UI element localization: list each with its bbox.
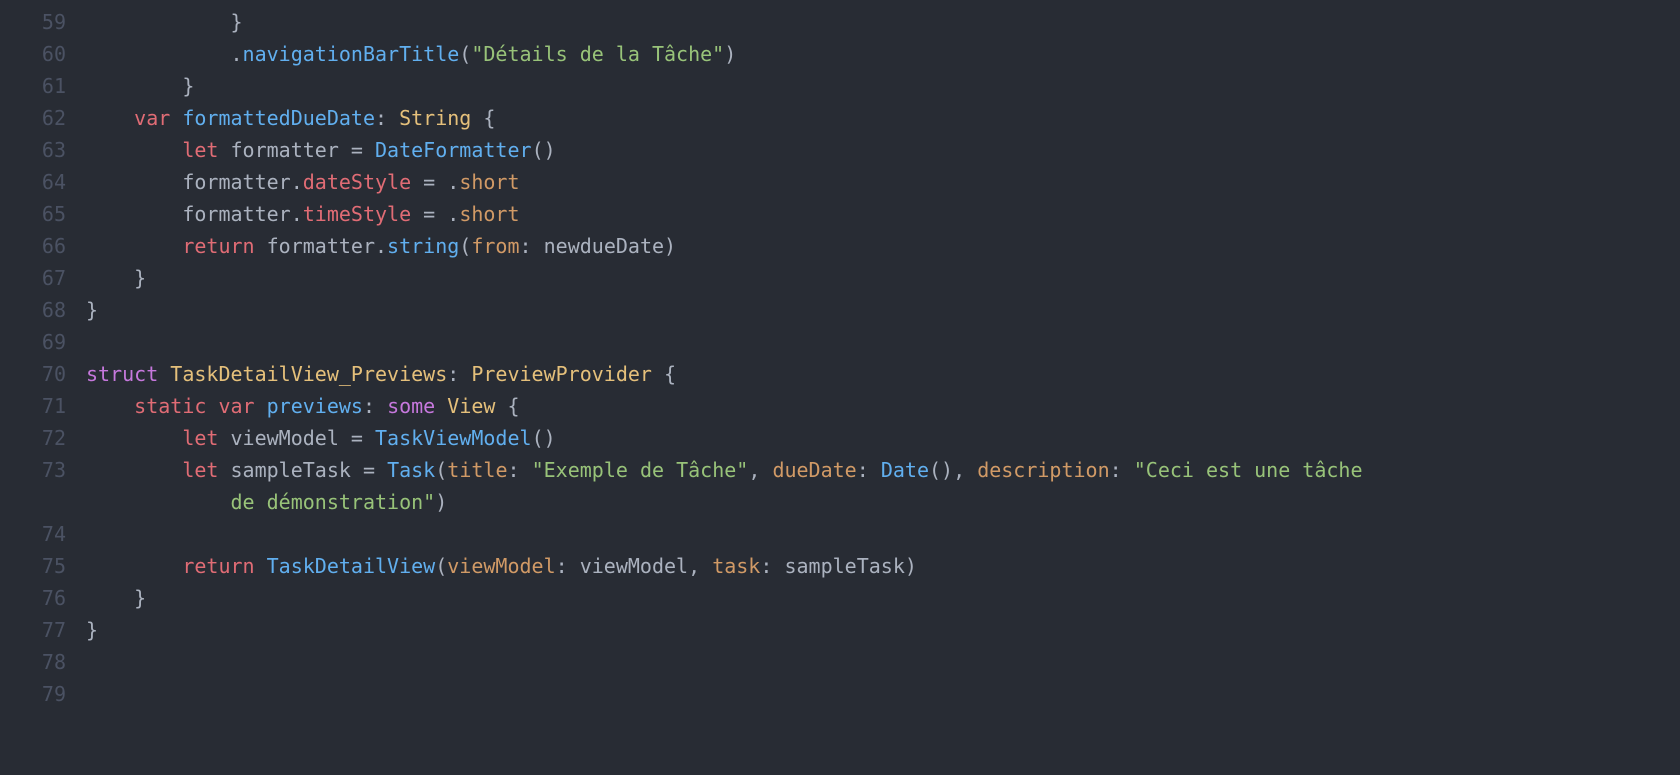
code-line[interactable]: } [86,582,1680,614]
line-number: 71 [0,390,66,422]
code-line[interactable]: let formatter = DateFormatter() [86,134,1680,166]
line-number: 62 [0,102,66,134]
code-line[interactable]: static var previews: some View { [86,390,1680,422]
code-line[interactable]: } [86,6,1680,38]
code-line[interactable]: let viewModel = TaskViewModel() [86,422,1680,454]
line-number: 77 [0,614,66,646]
line-number: 61 [0,70,66,102]
line-number: 60 [0,38,66,70]
line-number: 74 [0,518,66,550]
code-line[interactable]: struct TaskDetailView_Previews: PreviewP… [86,358,1680,390]
code-line[interactable] [86,518,1680,550]
code-line[interactable] [86,678,1680,710]
line-number: 64 [0,166,66,198]
line-number: 65 [0,198,66,230]
line-number: 72 [0,422,66,454]
code-line-wrap[interactable]: de démonstration") [86,486,1680,518]
line-number: 75 [0,550,66,582]
code-line[interactable] [86,646,1680,678]
code-area[interactable]: } .navigationBarTitle("Détails de la Tâc… [86,6,1680,710]
line-number: 59 [0,6,66,38]
code-line[interactable]: } [86,70,1680,102]
line-number: 66 [0,230,66,262]
line-number: 76 [0,582,66,614]
line-number: 69 [0,326,66,358]
line-number: 79 [0,678,66,710]
code-line[interactable]: formatter.timeStyle = .short [86,198,1680,230]
line-number: 73 [0,454,66,486]
code-line[interactable]: let sampleTask = Task(title: "Exemple de… [86,454,1680,486]
line-number-gutter: 59 60 61 62 63 64 65 66 67 68 69 70 71 7… [0,6,86,710]
line-number: 68 [0,294,66,326]
code-line[interactable]: } [86,294,1680,326]
line-number: 63 [0,134,66,166]
line-number [0,486,66,518]
line-number: 70 [0,358,66,390]
code-line[interactable]: } [86,262,1680,294]
code-line[interactable]: return TaskDetailView(viewModel: viewMod… [86,550,1680,582]
code-line[interactable] [86,326,1680,358]
code-line[interactable]: formatter.dateStyle = .short [86,166,1680,198]
line-number: 67 [0,262,66,294]
code-editor[interactable]: 59 60 61 62 63 64 65 66 67 68 69 70 71 7… [0,0,1680,710]
code-line[interactable]: .navigationBarTitle("Détails de la Tâche… [86,38,1680,70]
code-line[interactable]: return formatter.string(from: newdueDate… [86,230,1680,262]
code-line[interactable]: } [86,614,1680,646]
line-number: 78 [0,646,66,678]
code-line[interactable]: var formattedDueDate: String { [86,102,1680,134]
